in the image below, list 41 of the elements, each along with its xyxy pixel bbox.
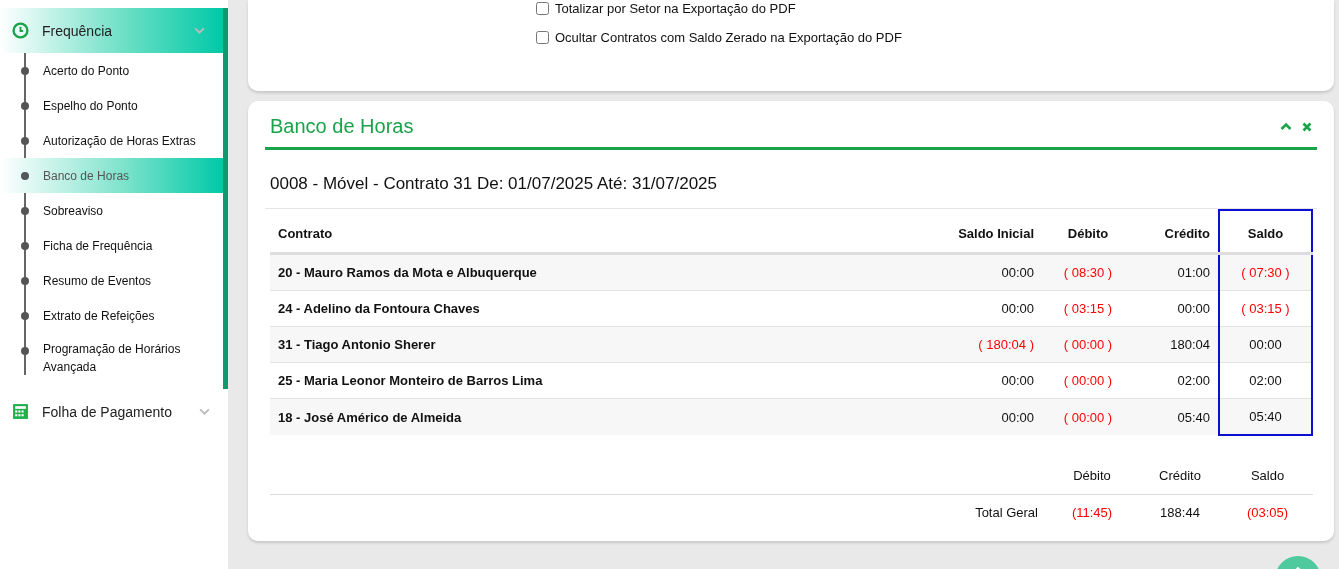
submenu-item[interactable]: Autorização de Horas Extras [0,123,223,158]
table-cell: 01:00 [1134,253,1219,291]
table-cell: ( 08:30 ) [1042,253,1134,291]
panel-title: Banco de Horas [270,115,415,138]
table-cell: 00:00 [916,398,1042,435]
checkbox[interactable] [536,2,549,15]
checkbox-label: Ocultar Contratos com Saldo Zerado na Exportação do PDF [555,30,902,45]
submenu-item[interactable]: Programação de Horários Avançada [0,333,223,383]
table-cell: ( 180:04 ) [916,326,1042,363]
table-cell: 18 - José Américo de Almeida [270,398,916,435]
submenu-item[interactable]: Resumo de Eventos [0,263,223,298]
column-header: Saldo [1222,452,1313,495]
submenu-item[interactable]: Extrato de Refeições [0,298,223,333]
table-cell: 20 - Mauro Ramos da Mota e Albuquerque [270,253,916,291]
table-cell: 180:04 [1134,326,1219,363]
submenu-item[interactable]: Espelho do Ponto [0,88,223,123]
clock-icon [12,22,29,39]
table-cell: ( 07:30 ) [1219,253,1312,291]
table-cell: 05:40 [1219,398,1312,435]
checkbox-label: Totalizar por Setor na Exportação do PDF [555,1,796,16]
chevron-down-icon [199,408,210,415]
submenu-item[interactable]: Banco de Horas [0,158,223,193]
table-cell: ( 00:00 ) [1042,398,1134,435]
contract-period: 0008 - Móvel - Contrato 31 De: 01/07/2025 Até: 31/07/2025 [265,150,1317,209]
calculator-icon [12,403,29,420]
table-cell: 05:40 [1134,398,1219,435]
menu-item[interactable]: Folha de Pagamento [0,389,228,434]
submenu-item[interactable]: Sobreaviso [0,193,223,228]
table-cell: 00:00 [916,253,1042,291]
column-header: Crédito [1138,452,1222,495]
checkbox[interactable] [536,31,549,44]
submenu-item[interactable]: Ficha de Frequência [0,228,223,263]
table-cell: 00:00 [1219,326,1312,363]
table-cell: ( 00:00 ) [1042,326,1134,363]
close-icon[interactable] [1302,121,1312,132]
column-header: Débito [1046,452,1138,495]
table-cell: 31 - Tiago Antonio Sherer [270,326,916,363]
collapse-icon[interactable] [1280,122,1292,131]
chevron-down-icon [194,27,205,34]
menu-item[interactable]: Frequência [0,8,228,53]
submenu-item[interactable]: Acerto do Ponto [0,53,223,88]
